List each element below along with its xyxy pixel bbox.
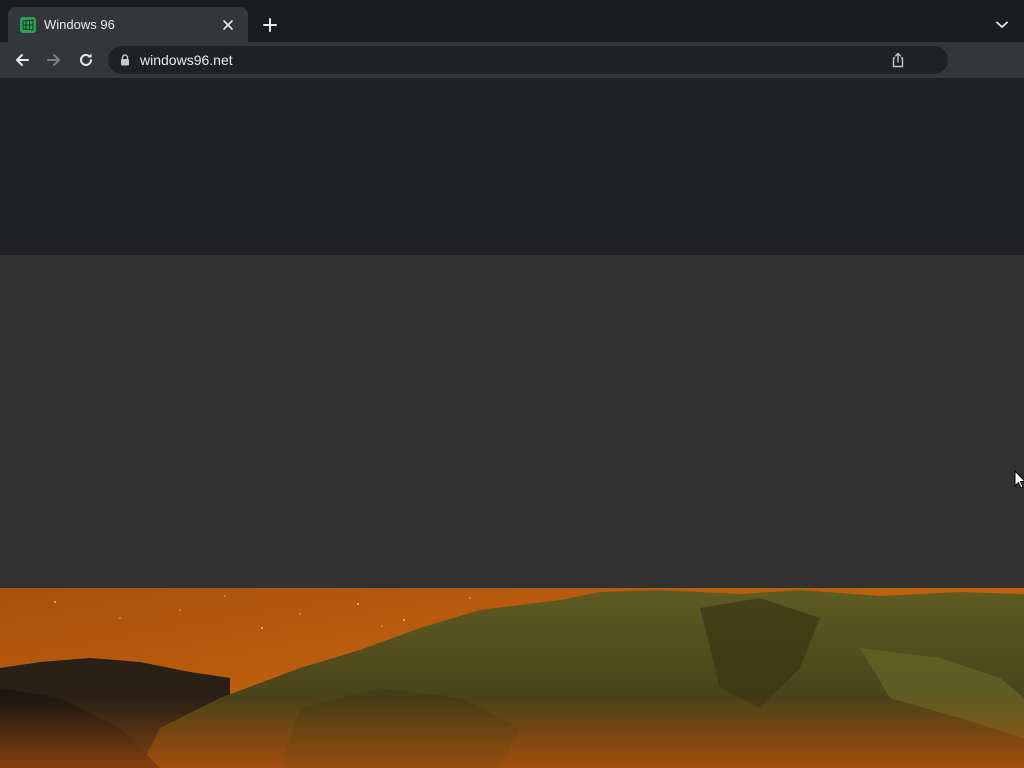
loading-area (0, 255, 1024, 588)
reload-button[interactable] (72, 46, 100, 74)
new-tab-button[interactable] (258, 13, 282, 37)
tab-strip: Windows 96 (0, 0, 1024, 42)
browser-toolbar: windows96.net (0, 42, 1024, 78)
forward-button[interactable] (40, 46, 68, 74)
url-text[interactable]: windows96.net (140, 52, 886, 68)
plus-icon (263, 18, 277, 32)
address-bar[interactable]: windows96.net (108, 46, 948, 74)
reload-icon (80, 53, 92, 66)
tab-search-button[interactable] (990, 13, 1014, 37)
lock-icon[interactable] (120, 54, 130, 66)
tab-title: Windows 96 (44, 17, 115, 32)
page-viewport[interactable] (0, 78, 1024, 768)
forward-arrow-icon (47, 54, 60, 66)
close-icon[interactable] (218, 15, 238, 35)
page-top-area (0, 78, 1024, 255)
windows-grid-icon (20, 16, 36, 33)
back-button[interactable] (8, 46, 36, 74)
share-icon (892, 52, 904, 68)
back-arrow-icon (16, 54, 29, 66)
night-hills-wallpaper (0, 588, 1024, 768)
share-button[interactable] (886, 48, 910, 72)
tab-windows-96[interactable]: Windows 96 (8, 7, 248, 42)
mouse-cursor-icon (1014, 470, 1024, 489)
chevron-down-icon (996, 21, 1008, 28)
